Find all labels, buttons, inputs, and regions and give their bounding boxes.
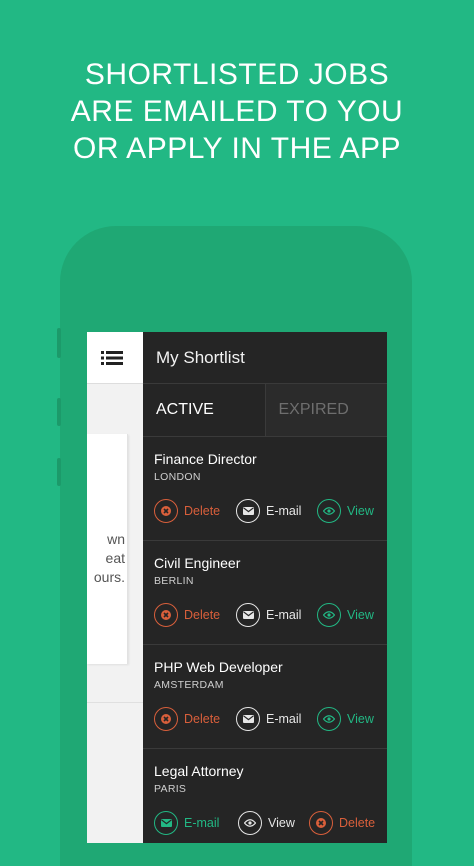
eye-icon <box>317 707 341 731</box>
view-label: View <box>347 504 374 518</box>
delete-icon <box>309 811 333 835</box>
phone-side-button <box>57 458 61 486</box>
email-button[interactable]: E-mail <box>236 603 301 627</box>
eye-icon <box>317 499 341 523</box>
job-city: PARIS <box>154 783 187 795</box>
email-label: E-mail <box>184 816 220 830</box>
delete-label: Delete <box>339 816 376 830</box>
job-item[interactable]: Civil Engineer BERLIN Delete E-mail View <box>143 541 387 645</box>
envelope-icon <box>236 499 260 523</box>
delete-button[interactable]: Delete <box>154 603 220 627</box>
email-label: E-mail <box>266 712 302 726</box>
envelope-icon <box>236 707 260 731</box>
drawer-title: My Shortlist <box>143 332 387 384</box>
phone-side-button <box>57 328 61 358</box>
phone-side-button <box>57 398 61 426</box>
delete-icon <box>154 603 178 627</box>
shortlist-drawer: My Shortlist ACTIVE EXPIRED Finance Dire… <box>143 332 387 843</box>
job-title: Civil Engineer <box>154 555 241 571</box>
tab-expired[interactable]: EXPIRED <box>265 384 387 436</box>
card-text-line: eat <box>105 550 125 566</box>
app-screen: wn eat ours. My Shortlist ACTIVE EXPIRED… <box>87 332 387 843</box>
headline-line-1: SHORTLISTED JOBS <box>84 58 390 91</box>
view-button[interactable]: View <box>238 811 295 835</box>
job-city: BERLIN <box>154 575 194 587</box>
main-content-panel: wn eat ours. <box>87 332 143 843</box>
email-label: E-mail <box>266 504 302 518</box>
job-city: AMSTERDAM <box>154 679 224 691</box>
email-label: E-mail <box>266 608 302 622</box>
main-toolbar <box>87 332 143 384</box>
view-label: View <box>268 816 295 830</box>
delete-button[interactable]: Delete <box>154 499 220 523</box>
view-button[interactable]: View <box>317 603 374 627</box>
job-item[interactable]: Legal Attorney PARIS E-mail View Delete <box>143 749 387 843</box>
email-button[interactable]: E-mail <box>154 811 219 835</box>
shortlist-tabs: ACTIVE EXPIRED <box>143 384 387 437</box>
view-button[interactable]: View <box>317 707 374 731</box>
delete-label: Delete <box>184 504 221 518</box>
divider <box>87 702 143 703</box>
envelope-icon <box>154 811 178 835</box>
email-button[interactable]: E-mail <box>236 707 301 731</box>
promo-headline: SHORTLISTED JOBS ARE EMAILED TO YOU OR A… <box>0 56 474 167</box>
delete-label: Delete <box>184 608 221 622</box>
headline-line-3: OR APPLY IN THE APP <box>73 132 401 165</box>
eye-icon <box>317 603 341 627</box>
delete-label: Delete <box>184 712 221 726</box>
job-title: PHP Web Developer <box>154 659 283 675</box>
content-card: wn eat ours. <box>87 434 128 664</box>
delete-icon <box>154 707 178 731</box>
view-label: View <box>347 712 374 726</box>
job-item[interactable]: Finance Director LONDON Delete E-mail Vi… <box>143 437 387 541</box>
card-text: wn eat ours. <box>94 530 125 587</box>
email-button[interactable]: E-mail <box>236 499 301 523</box>
card-text-line: wn <box>107 531 125 547</box>
delete-icon <box>154 499 178 523</box>
card-text-line: ours. <box>93 569 125 585</box>
headline-line-2: ARE EMAILED TO YOU <box>70 95 404 128</box>
eye-icon <box>238 811 262 835</box>
job-title: Legal Attorney <box>154 763 244 779</box>
job-city: LONDON <box>154 471 201 483</box>
delete-button[interactable]: Delete <box>154 707 220 731</box>
envelope-icon <box>236 603 260 627</box>
view-button[interactable]: View <box>317 499 374 523</box>
tab-active[interactable]: ACTIVE <box>143 384 266 436</box>
menu-list-icon[interactable] <box>101 351 123 365</box>
delete-button[interactable]: Delete <box>309 811 375 835</box>
view-label: View <box>347 608 374 622</box>
job-title: Finance Director <box>154 451 257 467</box>
job-item[interactable]: PHP Web Developer AMSTERDAM Delete E-mai… <box>143 645 387 749</box>
